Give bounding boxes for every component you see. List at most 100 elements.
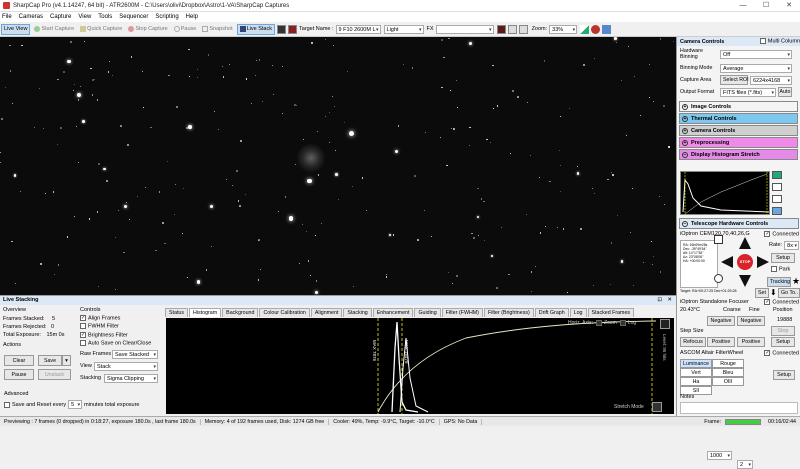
tab-enhancement[interactable]: Enhancement [372,308,414,317]
fine-step-input[interactable]: 2 [737,460,753,469]
filter-luminance[interactable]: Luminance [680,359,712,368]
align-frames-toggle[interactable]: ✓ Align Frames [80,315,162,321]
filterwheel-connected-checkbox[interactable]: ✓ [764,349,771,356]
mount-setup-button[interactable]: Setup [771,253,795,263]
pause-button[interactable]: Pause [172,24,199,35]
menu-cameras[interactable]: Cameras [19,14,43,20]
pause-stack-button[interactable]: Pause [4,369,34,380]
select-roi-button[interactable]: Select ROI [720,75,749,85]
view-select[interactable]: Stack [94,361,158,371]
minimize-button[interactable]: — [732,0,754,12]
tab-stacking[interactable]: Stacking [343,308,372,317]
stretch-mode-icon[interactable] [652,402,662,412]
filter-bleu[interactable]: Bleu [712,368,744,377]
quick-capture-button[interactable]: Quick Capture [78,24,124,35]
close-button[interactable]: ✕ [778,0,800,12]
south-arrow-icon[interactable] [739,275,751,287]
save-options-icon[interactable]: ▾ [62,355,71,366]
save-stretch-icon[interactable] [772,207,782,215]
image-controls-section[interactable]: + Image Controls [679,101,798,112]
fit-view-icon[interactable] [660,319,670,329]
auto-format-button[interactable]: Auto [778,87,792,97]
menu-scripting[interactable]: Scripting [155,14,178,20]
filter-rouge[interactable]: Rouge [712,359,744,368]
panel-close-icon[interactable]: ✕ [667,296,672,305]
record-settings-icon[interactable] [591,24,601,34]
rate-select[interactable]: 8x [784,240,799,250]
live-stack-button[interactable]: Live Stack [236,23,275,35]
star-icon[interactable]: ★ [792,277,800,286]
tab-stacked-frames[interactable]: Stacked Frames [587,308,635,317]
target-name-input[interactable]: 9 F10 2600M L [335,24,381,34]
menu-sequencer[interactable]: Sequencer [119,14,148,20]
coarse-positive-button[interactable]: Positive [707,337,735,347]
brightness-filter-checkbox[interactable]: ✓ [80,331,86,338]
reset-stretch-icon[interactable] [772,183,782,191]
raw-frames-select[interactable]: Save Stacked [112,349,158,359]
tab-drift-graph[interactable]: Drift Graph [534,308,569,317]
tab-guiding[interactable]: Guiding [414,308,441,317]
brightness-filter-toggle[interactable]: ✓ Brightness Filter [80,331,162,338]
fwhm-filter-checkbox[interactable] [80,323,86,330]
multi-column-checkbox[interactable] [759,38,766,45]
clear-stack-button[interactable]: Clear [4,355,34,366]
auto-stretch-icon[interactable] [772,171,782,179]
menu-file[interactable]: File [2,14,12,20]
fine-negative-button[interactable]: Negative [737,316,765,326]
menu-tools[interactable]: Tools [98,14,112,20]
multi-column-toggle[interactable]: Multi Column [759,38,800,45]
filter-oiii[interactable]: OIII [712,377,744,386]
grid-overlay-icon[interactable] [276,24,286,34]
hardware-binning-select[interactable]: Off [720,49,792,59]
stop-mount-button[interactable]: STOP [737,254,753,270]
north-arrow-icon[interactable] [739,237,751,249]
zoom-select[interactable]: 33% [549,24,578,34]
fx-select[interactable] [435,24,494,34]
histogram-icon[interactable] [580,24,590,34]
snapshot-button[interactable]: Snapshot [200,24,234,35]
filter-vert[interactable]: Vert [680,368,712,377]
park-position-icon[interactable] [714,235,723,244]
focuser-connected-checkbox[interactable]: ✓ [764,298,771,305]
mount-connected-checkbox[interactable]: ✓ [764,230,771,237]
stop-capture-button[interactable]: Stop Capture [126,24,169,35]
align-frames-checkbox[interactable]: ✓ [80,315,86,321]
tab-colour-calibration[interactable]: Colour Calibration [259,308,310,317]
coarse-negative-button[interactable]: Negative [707,316,735,326]
reticle-icon[interactable] [287,24,297,34]
save-stack-button[interactable]: Save [38,355,62,366]
focuser-stop-button[interactable]: Stop [771,326,795,336]
tab-filter-fwhm[interactable]: Filter (FWHM) [441,308,483,317]
stacking-select[interactable]: Sigma Clipping [104,373,158,383]
camera-controls-section[interactable]: + Camera Controls [679,125,798,136]
menu-capture[interactable]: Capture [50,14,71,20]
display-histogram[interactable] [680,171,770,216]
tab-alignment[interactable]: Alignment [310,308,343,317]
refocus-button[interactable]: Refocus [680,337,706,347]
tab-background[interactable]: Background [222,308,259,317]
target-icon[interactable] [714,274,723,283]
tab-status[interactable]: Status [165,308,189,317]
auto-save-checkbox[interactable] [80,340,86,347]
tab-histogram[interactable]: Histogram [189,308,222,317]
zoom-checkbox[interactable] [596,320,603,326]
live-image-view[interactable] [0,37,676,295]
tab-log[interactable]: Log [569,308,587,317]
step-size-input[interactable]: 1000 [707,451,732,460]
frame-type-select[interactable]: Light [383,24,424,34]
focuser-setup-button[interactable]: Setup [771,337,795,347]
preprocessing-section[interactable]: + Preprocessing [679,137,798,148]
grid-icon[interactable] [507,24,517,34]
park-checkbox[interactable] [771,266,777,272]
stack-histogram[interactable]: MAX 7876 MAX 16478 Horiz. Axis: Zoom Log… [166,318,674,414]
maximize-button[interactable]: ☐ [755,0,777,12]
fwhm-filter-toggle[interactable]: FWHM Filter [80,323,162,330]
capture-area-select[interactable]: 6224x4168 [750,75,792,85]
notes-textarea[interactable] [680,402,798,414]
telescope-section[interactable]: − Telescope Hardware Controls [679,218,799,229]
pin-icon[interactable]: ⊡ [657,296,662,305]
filter-ha[interactable]: Ha [680,377,712,386]
thermal-controls-section[interactable]: + Thermal Controls [679,113,798,124]
unstack-button[interactable]: Unstack [38,369,71,380]
display-histogram-section[interactable]: − Display Histogram Stretch [679,149,798,160]
